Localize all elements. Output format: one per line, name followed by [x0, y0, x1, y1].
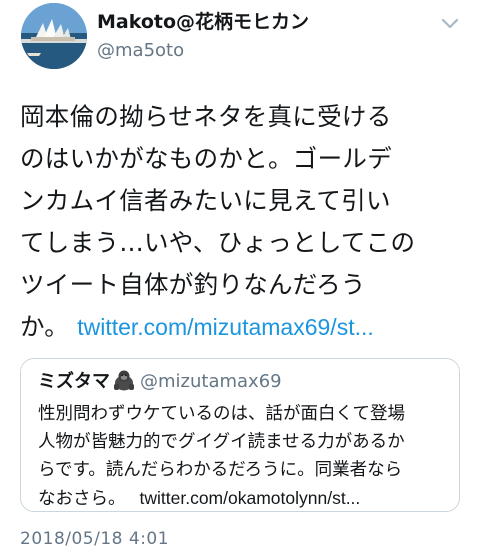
tweet-text-last-line: か。 twitter.com/mizutamax69/st... — [20, 306, 470, 348]
tweet-text-line: 岡本倫の拗らせネタを真に受ける — [20, 102, 392, 131]
chevron-down-icon[interactable] — [440, 16, 460, 30]
opera-house-photo-avatar — [21, 3, 87, 69]
tweet-text-line: ツイート自体が釣りなんだろう — [20, 270, 366, 299]
quoted-text-line: 性別問わずウケているのは、話が面白くて登場 — [38, 404, 405, 424]
quoted-tweet-text: 性別問わずウケているのは、話が面白くて登場 人物が皆魅力的でグイグイ読ませる力が… — [38, 400, 450, 513]
tweet-link[interactable]: twitter.com/mizutamax69/st... — [77, 314, 374, 340]
quoted-tweet-link[interactable]: twitter.com/okamotolynn/st... — [140, 488, 361, 508]
tweet-text-line: か。 — [20, 312, 70, 341]
quoted-text-line: 人物が皆魅力的でグイグイ読ませる力があるか — [38, 432, 405, 452]
avatar[interactable] — [21, 3, 87, 69]
quoted-text-line: らです。読んだらわかるだろうに。同業者なら — [38, 460, 403, 480]
tweet-timestamp[interactable]: 2018/05/18 4:01 — [20, 529, 169, 549]
quoted-text-line: なおさら。 — [38, 489, 126, 509]
tweet-text-line: てしまう…いや、ひょっとしてこの — [20, 228, 416, 257]
tweet-text-line: のはいかがなものかと。ゴールデ — [20, 144, 392, 173]
tweet-text-line: ンカムイ信者みたいに見えて引い — [20, 186, 391, 215]
quoted-author-name: ミズタマ — [38, 371, 110, 392]
quoted-author-handle: @mizutamax69 — [140, 371, 282, 392]
display-name[interactable]: Makoto@花柄モヒカン — [97, 10, 309, 34]
tweet-header: Makoto@花柄モヒカン @ma5oto — [0, 0, 480, 80]
tweet-text: 岡本倫の拗らせネタを真に受ける のはいかがなものかと。ゴールデ ンカムイ信者みた… — [20, 96, 470, 348]
gorilla-icon — [112, 369, 136, 399]
user-handle[interactable]: @ma5oto — [97, 38, 309, 64]
quoted-text-last-line: なおさら。 twitter.com/okamotolynn/st... — [38, 484, 450, 513]
quoted-tweet-header: ミズタマ @mizutamax69 — [38, 369, 282, 399]
quoted-tweet-card[interactable]: ミズタマ @mizutamax69 性別問わずウケているのは、話が面白くて登場 … — [20, 358, 460, 512]
